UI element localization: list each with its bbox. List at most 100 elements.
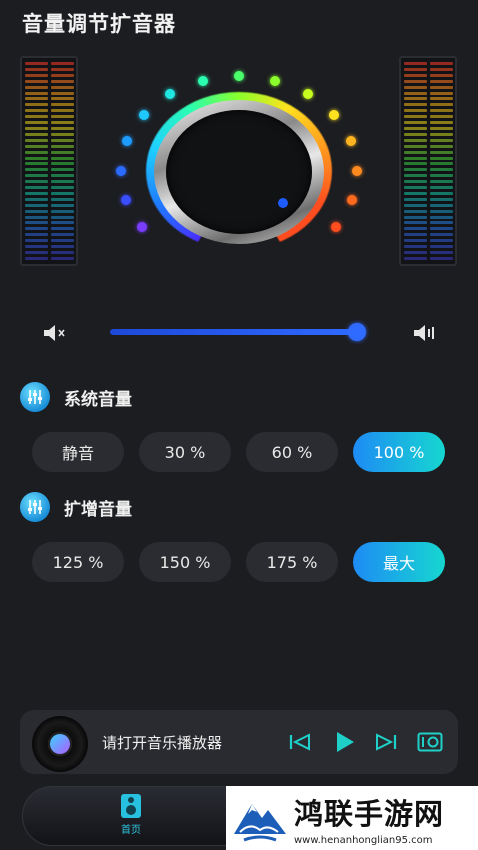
equalizer-bar — [404, 73, 427, 77]
equalizer-bar — [430, 144, 453, 148]
volume-slider-thumb[interactable] — [348, 323, 366, 341]
equalizer-bar — [430, 221, 453, 225]
equalizer-bar — [25, 186, 48, 190]
equalizer-bar — [51, 221, 74, 225]
boost-volume-label: 扩增音量 — [64, 499, 132, 520]
equalizer-bar — [430, 180, 453, 184]
previous-icon[interactable] — [286, 728, 314, 756]
volume-slider-track[interactable] — [110, 329, 362, 335]
equalizer-bar — [430, 239, 453, 243]
nav-home-label: 首页 — [121, 825, 141, 836]
equalizer-bar — [430, 186, 453, 190]
equalizer-bar — [430, 191, 453, 195]
boost-volume-option-max[interactable]: 最大 — [353, 542, 445, 582]
equalizer-bar — [25, 215, 48, 219]
player-prompt-text: 请打开音乐播放器 — [102, 734, 223, 752]
equalizer-bar — [404, 156, 427, 160]
equalizer-bar — [51, 245, 74, 249]
equalizer-bar — [430, 115, 453, 119]
watermark-title: 鸿联手游网 — [294, 796, 445, 831]
boost-volume-option-150[interactable]: 150 % — [139, 542, 231, 582]
speaker-volume-icon[interactable] — [412, 322, 438, 344]
watermark-logo — [230, 788, 290, 848]
equalizer-bar — [25, 115, 48, 119]
knob-level-dot — [197, 75, 208, 86]
equalizer-bar — [25, 73, 48, 77]
speaker-box-icon[interactable] — [416, 728, 444, 756]
equalizer-sliders-icon — [20, 382, 50, 412]
equalizer-bar — [404, 162, 427, 166]
equalizer-bar — [25, 121, 48, 125]
equalizer-bar — [51, 62, 74, 65]
equalizer-bar — [51, 73, 74, 77]
boost-volume-option-125[interactable]: 125 % — [32, 542, 124, 582]
equalizer-bar — [404, 227, 427, 231]
equalizer-bar — [51, 138, 74, 142]
system-volume-option-30[interactable]: 30 % — [139, 432, 231, 472]
equalizer-bar — [25, 97, 48, 101]
equalizer-bar — [404, 85, 427, 89]
equalizer-bar — [25, 209, 48, 213]
equalizer-bar — [430, 150, 453, 154]
equalizer-bar — [51, 132, 74, 136]
equalizer-bar — [404, 180, 427, 184]
volume-knob[interactable] — [114, 70, 364, 250]
equalizer-bar — [404, 209, 427, 213]
equalizer-bar — [25, 245, 48, 249]
equalizer-bar — [51, 97, 74, 101]
equalizer-bar — [430, 162, 453, 166]
equalizer-bar — [25, 168, 48, 172]
equalizer-bar — [51, 150, 74, 154]
equalizer-bar — [404, 233, 427, 237]
system-volume-option-60[interactable]: 60 % — [246, 432, 338, 472]
equalizer-bar — [25, 62, 48, 65]
system-volume-option-100[interactable]: 100 % — [353, 432, 445, 472]
nav-home[interactable]: 首页 — [111, 793, 151, 836]
equalizer-bar — [51, 79, 74, 83]
equalizer-bar — [51, 85, 74, 89]
equalizer-bar — [25, 256, 48, 260]
equalizer-bar — [51, 126, 74, 130]
equalizer-bar — [25, 203, 48, 207]
next-icon[interactable] — [372, 728, 400, 756]
knob-face — [166, 110, 312, 234]
equalizer-bar — [25, 162, 48, 166]
knob-level-dot — [302, 89, 313, 100]
play-icon[interactable] — [330, 728, 358, 756]
knob-level-dot — [330, 222, 341, 233]
equalizer-bar — [430, 197, 453, 201]
boost-volume-option-175[interactable]: 175 % — [246, 542, 338, 582]
equalizer-bar — [25, 144, 48, 148]
system-volume-option-mute[interactable]: 静音 — [32, 432, 124, 472]
equalizer-bar — [51, 144, 74, 148]
equalizer-bar — [404, 115, 427, 119]
equalizer-bar — [25, 180, 48, 184]
equalizer-bar — [51, 191, 74, 195]
equalizer-bar — [430, 121, 453, 125]
equalizer-bar — [430, 227, 453, 231]
equalizer-bar — [430, 215, 453, 219]
knob-level-dot — [351, 165, 362, 176]
equalizer-bar — [404, 168, 427, 172]
equalizer-meter-right — [399, 56, 457, 266]
equalizer-bar — [51, 251, 74, 254]
equalizer-bar — [51, 115, 74, 119]
knob-level-dot — [122, 136, 133, 147]
equalizer-bar — [404, 126, 427, 130]
equalizer-bar — [404, 144, 427, 148]
knob-level-dot — [116, 165, 126, 176]
equalizer-bar — [51, 227, 74, 231]
equalizer-bar — [404, 138, 427, 142]
equalizer-bar — [25, 91, 48, 95]
equalizer-bar — [404, 121, 427, 125]
equalizer-bar — [51, 256, 74, 260]
equalizer-bar — [25, 138, 48, 142]
equalizer-bar — [51, 197, 74, 201]
equalizer-bar — [25, 126, 48, 130]
equalizer-bar — [404, 79, 427, 83]
speaker-mute-icon[interactable] — [42, 322, 68, 344]
equalizer-bar — [430, 209, 453, 213]
equalizer-bar — [51, 186, 74, 190]
equalizer-bar — [25, 191, 48, 195]
equalizer-meter-left — [20, 56, 78, 266]
